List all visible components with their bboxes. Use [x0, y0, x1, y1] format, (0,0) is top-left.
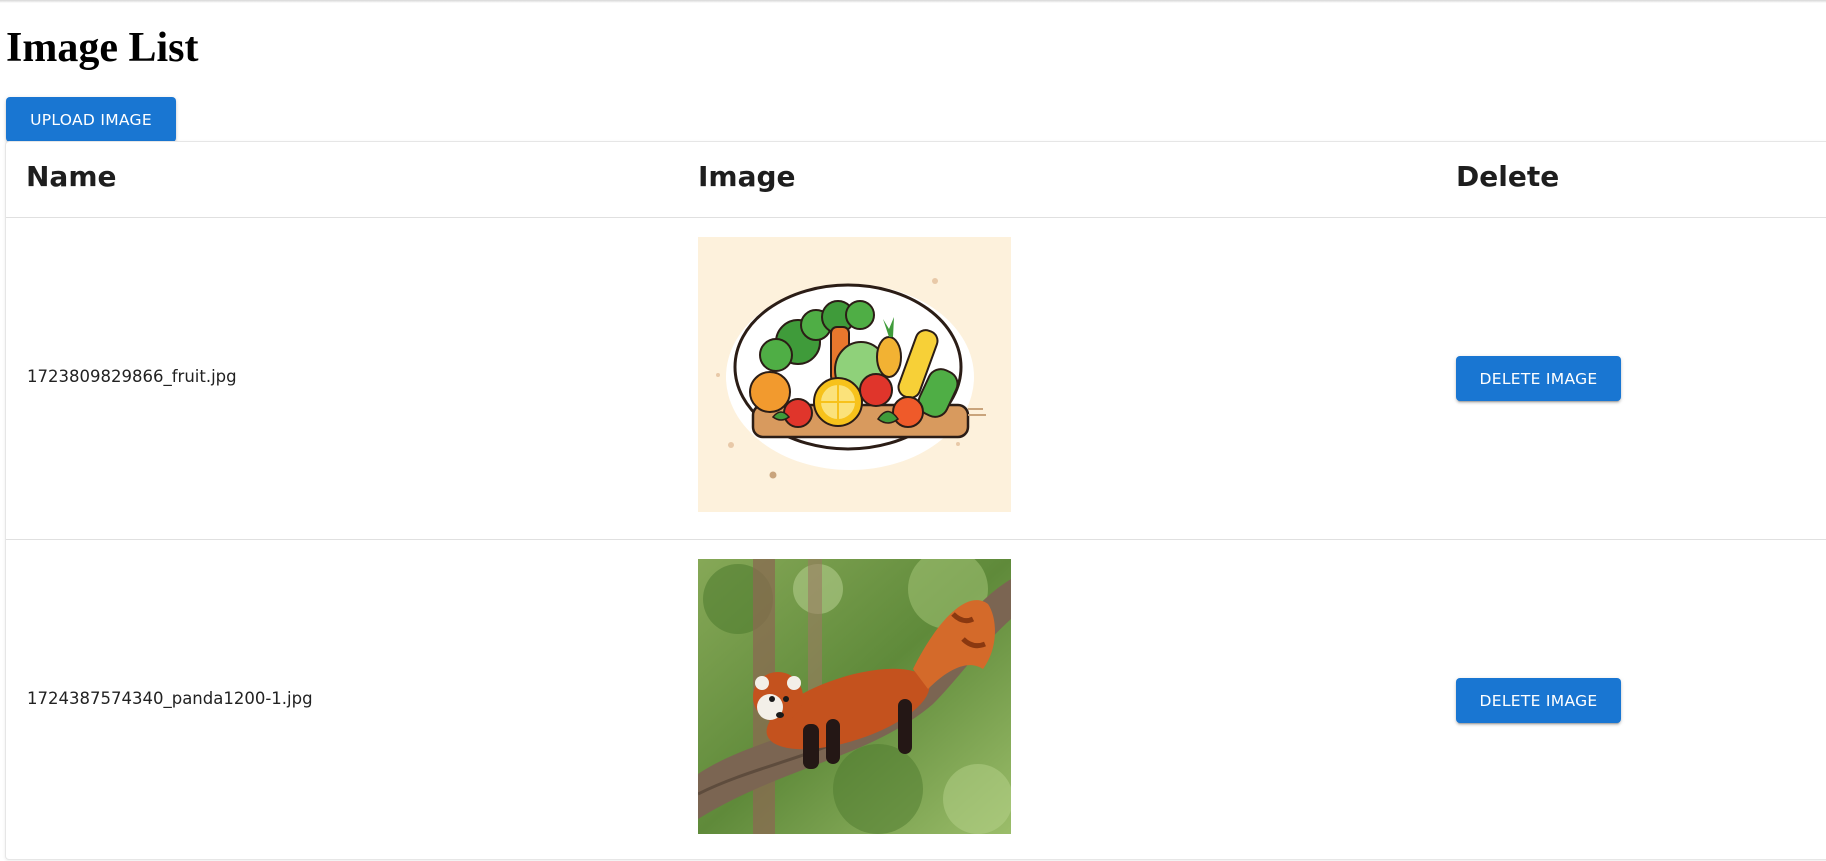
column-header-delete: Delete — [1456, 160, 1560, 193]
upload-image-button[interactable]: UPLOAD IMAGE — [6, 97, 176, 142]
image-name: 1724387574340_panda1200-1.jpg — [27, 689, 313, 708]
top-divider — [0, 0, 1826, 3]
red-panda-image — [698, 559, 1011, 834]
image-name: 1723809829866_fruit.jpg — [27, 367, 237, 386]
delete-image-button[interactable]: DELETE IMAGE — [1456, 678, 1621, 723]
table-row: 1723809829866_fruit.jpg DELETE IMAGE — [6, 217, 1826, 540]
column-header-image: Image — [698, 160, 796, 193]
table-row: 1724387574340_panda1200-1.jpg DELETE IMA… — [6, 539, 1826, 860]
fruit-vegetable-image — [698, 237, 1011, 512]
delete-image-button[interactable]: DELETE IMAGE — [1456, 356, 1621, 401]
page-title: Image List — [6, 25, 199, 71]
table-header-row: Name Image Delete — [6, 142, 1826, 218]
column-header-name: Name — [26, 160, 117, 193]
image-table: Name Image Delete 1723809829866_fruit.jp… — [5, 141, 1826, 860]
